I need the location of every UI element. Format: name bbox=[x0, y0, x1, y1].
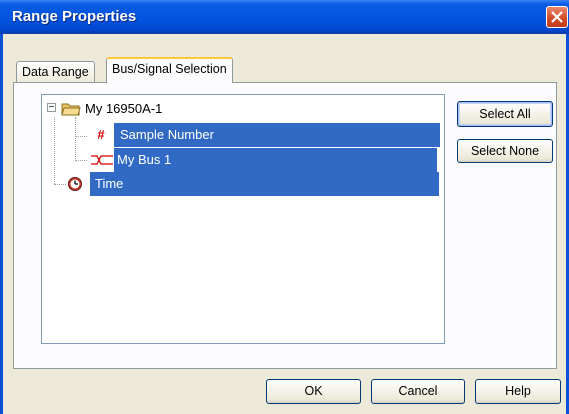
tab-data-range[interactable]: Data Range bbox=[16, 61, 95, 83]
hash-icon: # bbox=[97, 127, 105, 142]
collapse-toggle[interactable]: − bbox=[47, 103, 56, 113]
ok-button[interactable]: OK bbox=[266, 379, 361, 404]
window-title: Range Properties bbox=[12, 8, 137, 25]
close-icon bbox=[551, 11, 563, 23]
select-all-button[interactable]: Select All bbox=[457, 101, 553, 127]
cancel-button[interactable]: Cancel bbox=[371, 379, 465, 404]
tree-node-sample-number-label[interactable]: Sample Number bbox=[114, 123, 440, 147]
tree-node-time-label[interactable]: Time bbox=[90, 172, 439, 196]
help-button[interactable]: Help bbox=[475, 379, 561, 404]
signal-tree[interactable]: − My 16950A-1 # Sample Number My Bus 1 T… bbox=[41, 94, 445, 344]
close-button[interactable] bbox=[546, 6, 568, 28]
tab-bus-signal-selection[interactable]: Bus/Signal Selection bbox=[106, 57, 233, 83]
clock-icon bbox=[68, 177, 82, 191]
tab-panel: − My 16950A-1 # Sample Number My Bus 1 T… bbox=[13, 82, 557, 369]
select-none-button[interactable]: Select None bbox=[457, 139, 553, 163]
tree-node-my-bus-1-label[interactable]: My Bus 1 bbox=[114, 148, 437, 172]
bus-icon bbox=[91, 155, 113, 165]
window-border-left bbox=[0, 34, 3, 414]
folder-icon bbox=[61, 103, 81, 116]
title-bar: Range Properties bbox=[0, 0, 569, 34]
tree-node-root-label: My 16950A-1 bbox=[85, 101, 163, 116]
